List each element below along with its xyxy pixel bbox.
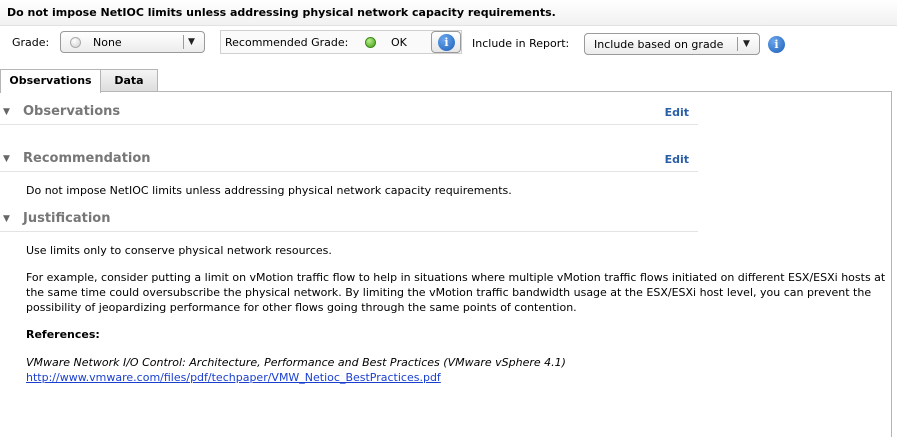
grade-label: Grade: <box>12 36 50 49</box>
justification-para-1: Use limits only to conserve physical net… <box>26 244 332 257</box>
recommended-info-button[interactable]: i <box>431 31 461 53</box>
recommended-grade-value: OK <box>391 36 407 49</box>
include-report-dropdown[interactable]: Include based on grade ▼ <box>584 33 760 55</box>
dropdown-separator <box>737 37 738 51</box>
recommended-grade-label: Recommended Grade: <box>225 36 349 49</box>
triangle-down-icon[interactable]: ▼ <box>3 154 10 164</box>
tab-observations[interactable]: Observations <box>0 69 101 93</box>
chevron-down-icon[interactable]: ▼ <box>188 37 195 47</box>
recommendation-title: Do not impose NetIOC limits unless addre… <box>0 0 897 26</box>
tab-data[interactable]: Data <box>100 69 158 92</box>
triangle-down-icon[interactable]: ▼ <box>3 107 10 117</box>
observations-section-title: Observations <box>23 104 121 119</box>
chevron-down-icon[interactable]: ▼ <box>743 39 750 49</box>
info-icon: i <box>438 34 455 51</box>
observations-edit-link[interactable]: Edit <box>665 106 689 119</box>
grade-dropdown[interactable]: None ▼ <box>60 31 205 53</box>
observations-section-header[interactable]: ▼ Observations Edit <box>0 101 698 125</box>
justification-para-2-line-2: the same time could oversubscribe the ph… <box>26 286 872 299</box>
include-report-label: Include in Report: <box>472 37 570 50</box>
justification-section-header[interactable]: ▼ Justification <box>0 208 698 232</box>
recommendation-edit-link[interactable]: Edit <box>665 153 689 166</box>
references-label: References: <box>26 328 100 341</box>
grade-value: None <box>93 36 122 49</box>
recommendation-section-title: Recommendation <box>23 151 151 166</box>
report-info-icon[interactable]: i <box>768 36 785 53</box>
include-report-value: Include based on grade <box>594 38 724 51</box>
reference-link[interactable]: http://www.vmware.com/files/pdf/techpape… <box>26 370 441 385</box>
reference-title: VMware Network I/O Control: Architecture… <box>26 356 566 369</box>
justification-para-2-line-3: possibility of jeopardizing performance … <box>26 301 577 314</box>
none-status-icon <box>70 37 81 48</box>
dropdown-separator <box>183 35 184 49</box>
justification-section-title: Justification <box>23 211 111 226</box>
recommendation-section-header[interactable]: ▼ Recommendation Edit <box>0 148 698 172</box>
observations-panel: ▼ Observations Edit ▼ Recommendation Edi… <box>0 91 892 437</box>
triangle-down-icon[interactable]: ▼ <box>3 214 10 224</box>
justification-para-2-line-1: For example, consider putting a limit on… <box>26 271 886 284</box>
recommendation-body: Do not impose NetIOC limits unless addre… <box>26 184 512 197</box>
grade-toolbar: Grade: None ▼ Recommended Grade: OK i In… <box>0 30 897 58</box>
recommended-grade-box: Recommended Grade: OK i <box>220 30 462 54</box>
ok-status-icon <box>365 37 376 48</box>
